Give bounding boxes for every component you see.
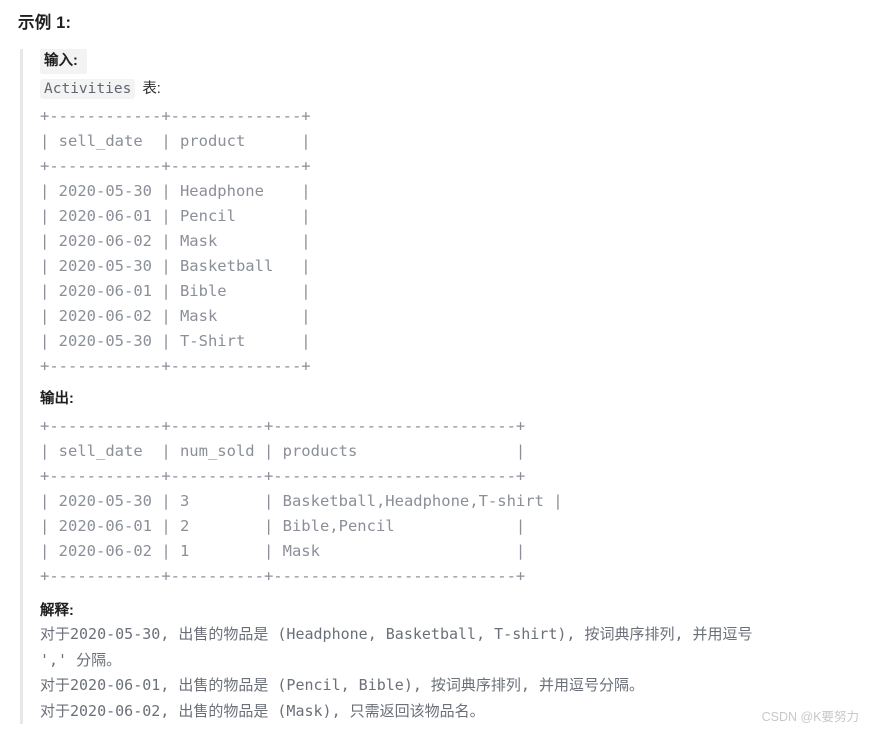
output-section: 输出: +------------+----------+-----------… (40, 379, 860, 589)
page-root: 示例 1: 输入: Activities 表: +------------+---… (0, 0, 876, 738)
explanation-label: 解释: (40, 603, 74, 619)
input-table-suffix: 表: (142, 81, 161, 97)
input-section: 输入: Activities 表: +------------+---------… (40, 49, 860, 379)
output-label: 输出: (40, 391, 74, 407)
csdn-watermark: CSDN @K要努力 (761, 710, 859, 724)
input-ascii-table: +------------+--------------+ | sell_dat… (40, 107, 311, 375)
example-blockquote: 输入: Activities 表: +------------+---------… (20, 49, 860, 724)
input-table-caption: Activities 表: (40, 78, 860, 100)
explanation-section: 解释: 对于2020-05-30, 出售的物品是 (Headphone, Bas… (40, 600, 860, 724)
activities-table-name: Activities (40, 79, 136, 99)
output-ascii-table: +------------+----------+---------------… (40, 417, 563, 585)
page-title: 示例 1: (18, 14, 72, 32)
input-label: 输入: (40, 49, 87, 74)
explanation-body: 对于2020-05-30, 出售的物品是 (Headphone, Basketb… (40, 625, 753, 720)
